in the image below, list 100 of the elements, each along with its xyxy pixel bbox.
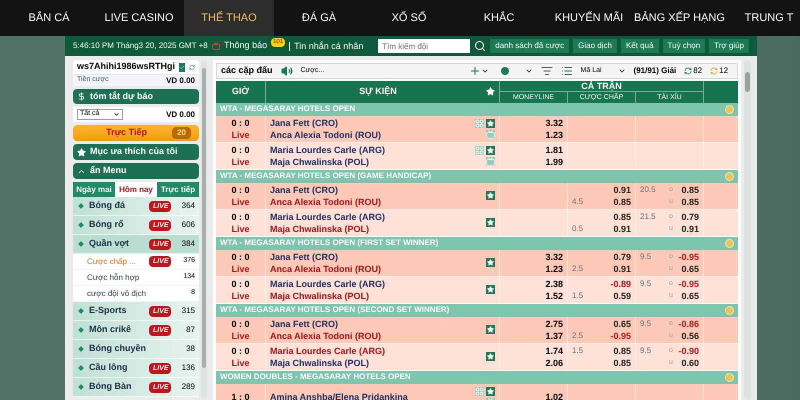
team-name[interactable]: Jana Fett (CRO) [270, 318, 486, 330]
moneyline-odd[interactable]: 2.06 [504, 356, 563, 368]
team-name[interactable]: Jana Fett (CRO) [270, 116, 475, 128]
moneyline-odd[interactable]: 1.23 [504, 262, 563, 274]
team-name[interactable]: Maria Lourdes Carle (ARG) [270, 210, 486, 222]
moneyline-odd[interactable]: 2.38 [504, 278, 563, 290]
nav-tab[interactable]: KHUYẾN MÃI [544, 0, 634, 36]
moneyline-odd[interactable]: 2.75 [504, 318, 563, 330]
team-name[interactable]: Anca Alexia Todoni (ROU) [270, 196, 486, 208]
handicap-odd[interactable]: 0.85 [613, 210, 631, 222]
handicap-odd[interactable]: 0.65 [613, 318, 631, 330]
handicap-odd[interactable]: 0.79 [613, 250, 631, 262]
team-name[interactable]: Maria Lourdes Carle (ARG) [270, 278, 486, 290]
moneyline-odd[interactable]: 1.37 [504, 330, 563, 342]
total-odd[interactable]: -0.90 [678, 344, 699, 356]
caret-icon [113, 111, 120, 118]
handicap-odd[interactable]: 0.91 [613, 222, 631, 234]
total-odd[interactable]: 0.79 [681, 210, 699, 222]
handicap-odd[interactable]: 0.59 [613, 290, 631, 302]
team-name[interactable]: Anca Alexia Todoni (ROU) [270, 262, 486, 274]
team-name[interactable]: Maja Chwalinska (POL) [270, 222, 486, 234]
handicap-odd[interactable]: -0.95 [610, 330, 631, 342]
total-odd[interactable]: 0.85 [681, 196, 699, 208]
handicap-odd[interactable]: 0.85 [613, 356, 631, 368]
moneyline-odd[interactable]: 3.32 [504, 250, 563, 262]
header-button[interactable]: Trợ giúp [709, 39, 749, 53]
scrollbar[interactable] [744, 60, 751, 400]
star-icon[interactable] [486, 87, 495, 96]
sidebar-tab[interactable]: Trực tiếp [157, 182, 199, 197]
nav-tab[interactable]: ĐÁ GÀ [274, 0, 364, 36]
nav-tab[interactable]: KHẮC [454, 0, 544, 36]
favorite-star-icon[interactable] [486, 118, 495, 128]
moneyline-odd[interactable]: 1.23 [504, 128, 563, 140]
team-name[interactable]: Maja Chwalinska (POL) [270, 290, 486, 302]
total-odd[interactable]: -0.86 [678, 318, 699, 330]
nav-tab[interactable]: XỔ SỐ [364, 0, 454, 36]
handicap-odd[interactable]: -0.89 [610, 278, 631, 290]
favorite-star-icon[interactable] [486, 258, 495, 267]
nav-tab[interactable]: TRUNG T [724, 0, 800, 36]
nav-tab[interactable]: BẮN CÁ [4, 0, 94, 36]
total-odd[interactable]: 0.65 [681, 290, 699, 302]
sidebar-tab[interactable]: Hôm nay [115, 182, 157, 197]
moneyline-odd[interactable]: 1.02 [504, 390, 563, 400]
favorite-star-icon[interactable] [486, 386, 495, 396]
favorite-star-icon[interactable] [486, 325, 495, 334]
moneyline-odd[interactable]: 1.52 [504, 290, 563, 302]
total-odd[interactable]: 0.65 [681, 262, 699, 274]
sidebar-tab[interactable]: Ngày mai [73, 182, 115, 197]
favorite-star-icon[interactable] [486, 146, 495, 154]
team-name[interactable]: Anca Alexia Todoni (ROU) [270, 330, 486, 342]
menu-toggle[interactable]: ẩn Menu [73, 163, 199, 179]
favorite-star-icon[interactable] [486, 285, 495, 294]
team-name[interactable]: Jana Fett (CRO) [270, 250, 486, 262]
sport-item[interactable]: Bóng chuyền 38 [73, 340, 199, 359]
favorite-star-icon[interactable] [486, 218, 495, 227]
team-name[interactable]: Anca Alexia Todoni (ROU) [270, 128, 475, 140]
total-odd[interactable]: -0.95 [678, 250, 699, 262]
search-button[interactable] [474, 39, 486, 53]
handicap-odd[interactable]: 0.85 [613, 196, 631, 208]
moneyline-odd[interactable]: 1.74 [504, 344, 563, 356]
nav-tab[interactable]: LIVE CASINO [94, 0, 184, 36]
refresh-icon[interactable] [189, 62, 195, 72]
team-name[interactable]: Maria Lourdes Carle (ARG) [270, 344, 486, 356]
team-name[interactable]: Maja Chwalinska (POL) [270, 156, 475, 168]
total-odd[interactable]: 0.60 [681, 356, 699, 368]
total-odd[interactable]: -0.95 [678, 278, 699, 290]
plus-icon[interactable] [468, 64, 481, 77]
total-odd[interactable]: 0.91 [681, 222, 699, 234]
total-line: 21.5 [640, 212, 656, 221]
messages-link[interactable]: Tin nhắn cá nhân [289, 42, 374, 50]
handicap-odd[interactable]: 0.91 [613, 262, 631, 274]
header-button[interactable]: Giao dịch [573, 39, 617, 53]
sport-name: Bóng Bàn [89, 380, 132, 394]
team-name[interactable]: Maria Lourdes Carle (ARG) [270, 144, 475, 156]
check-icon[interactable] [179, 62, 186, 72]
favorite-star-icon[interactable] [486, 352, 495, 361]
header-button[interactable]: danh sách đã cược [490, 39, 570, 53]
team-name[interactable]: Maja Chwalinska (POL) [270, 356, 486, 368]
summary-header[interactable]: tóm tắt dự báo [73, 89, 199, 104]
team-name[interactable]: Jana Fett (CRO) [270, 184, 486, 196]
favorite-star-icon[interactable] [486, 191, 495, 200]
scrollbar[interactable] [201, 60, 207, 400]
search-field[interactable]: Tìm kiếm đội [378, 39, 470, 53]
total-odd[interactable]: 0.85 [681, 184, 699, 196]
header-button[interactable]: Tuỳ chọn [662, 39, 706, 53]
moneyline-odd[interactable]: 1.99 [504, 156, 563, 168]
favorites-button[interactable]: Mục ưa thích của tôi [73, 144, 199, 160]
sort-icon[interactable] [540, 64, 553, 77]
moneyline-odd[interactable]: 3.32 [504, 116, 563, 128]
nav-tab[interactable]: BẢNG XẾP HẠNG [634, 0, 724, 36]
handicap-odd[interactable]: 0.85 [613, 344, 631, 356]
moneyline-odd[interactable]: 1.81 [504, 144, 563, 156]
handicap-odd[interactable]: 0.91 [613, 184, 631, 196]
team-name[interactable]: Amina Anshba/Elena Pridankina [270, 390, 475, 400]
header-button[interactable]: Kết quả [620, 39, 659, 53]
nav-tab[interactable]: THỂ THAO [184, 0, 274, 36]
refresh-icon[interactable] [684, 66, 692, 75]
speaker-icon[interactable] [280, 64, 293, 77]
notice-link[interactable]: Thông báo [224, 39, 268, 53]
total-odd[interactable]: 0.56 [681, 330, 699, 342]
